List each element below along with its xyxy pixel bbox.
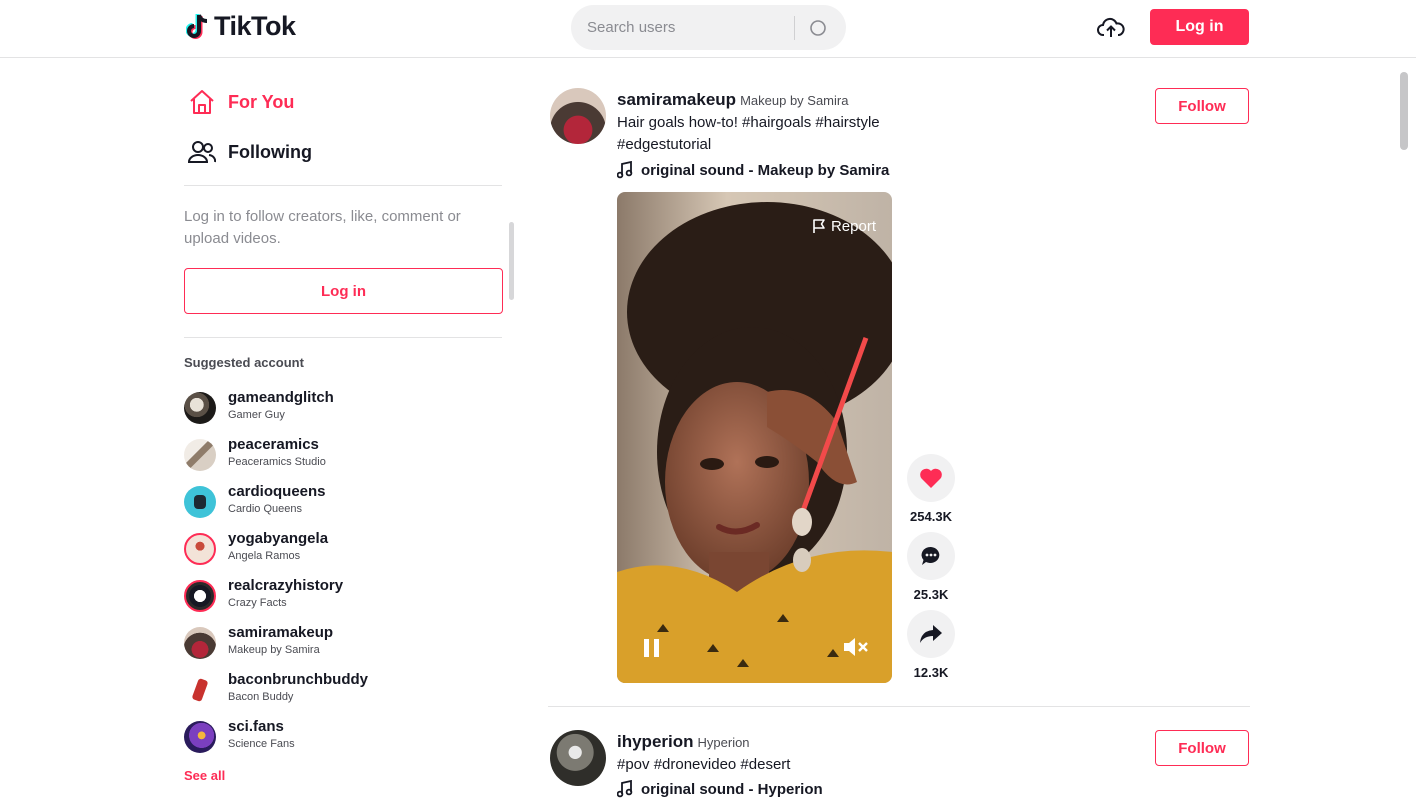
search-icon (810, 20, 826, 36)
avatar (184, 486, 216, 518)
comment-button[interactable] (907, 532, 955, 580)
nav-for-you-label: For You (228, 91, 295, 112)
suggested-account[interactable]: yogabyangela Angela Ramos (184, 529, 484, 569)
search-button[interactable] (805, 15, 831, 41)
account-display-name: Peaceramics Studio (228, 456, 326, 468)
suggested-account[interactable]: sci.fans Science Fans (184, 717, 484, 757)
music-note-icon (617, 161, 633, 179)
top-bar: TikTok Log in (0, 0, 1416, 58)
suggested-account[interactable]: peaceramics Peaceramics Studio (184, 435, 484, 475)
music-title: original sound - Makeup by Samira (641, 161, 890, 179)
comment-icon (921, 546, 940, 565)
account-username: yogabyangela (228, 530, 329, 547)
see-all-link[interactable]: See all (184, 768, 225, 783)
avatar (184, 392, 216, 424)
video-player[interactable]: Report (617, 192, 892, 683)
post-username: ihyperion (617, 732, 694, 751)
account-username: samiramakeup (228, 624, 334, 641)
cloud-upload-icon (1097, 17, 1125, 37)
avatar (184, 627, 216, 659)
sidebar-scrollbar[interactable] (509, 222, 514, 300)
avatar (184, 721, 216, 753)
upload-button[interactable] (1096, 14, 1126, 42)
account-display-name: Gamer Guy (228, 409, 285, 421)
account-display-name: Bacon Buddy (228, 691, 294, 703)
post-username: samiramakeup (617, 90, 737, 109)
page-scrollbar[interactable] (1400, 72, 1408, 150)
like-button[interactable] (907, 454, 955, 502)
account-username: gameandglitch (228, 389, 334, 406)
account-username: sci.fans (228, 718, 284, 735)
account-username: baconbrunchbuddy (228, 671, 368, 688)
report-label: Report (830, 218, 876, 235)
logo-text: TikTok (214, 11, 296, 41)
search-divider (794, 16, 795, 40)
report-button[interactable]: Report (812, 218, 876, 235)
like-count: 254.3K (910, 509, 952, 524)
sidebar-divider (184, 337, 502, 338)
avatar (184, 580, 216, 612)
tiktok-note-icon (186, 13, 208, 39)
music-note-icon (617, 780, 633, 798)
login-prompt-text: Log in to follow creators, like, comment… (184, 208, 461, 247)
account-display-name: Crazy Facts (228, 597, 287, 609)
tiktok-logo[interactable]: TikTok (186, 11, 296, 42)
suggested-account[interactable]: gameandglitch Gamer Guy (184, 388, 484, 428)
sidebar: For You Following Log in to follow creat… (184, 58, 504, 793)
home-icon (190, 90, 214, 114)
nav-for-you[interactable]: For You (188, 89, 294, 115)
suggested-accounts-title: Suggested account (184, 355, 304, 370)
video-frame (617, 192, 892, 683)
post-avatar[interactable] (550, 730, 606, 786)
share-count: 12.3K (913, 665, 949, 680)
suggested-account[interactable]: realcrazyhistory Crazy Facts (184, 576, 484, 616)
post-nickname: Hyperion (697, 735, 750, 750)
flag-icon (813, 219, 825, 233)
pause-icon (644, 639, 659, 657)
account-username: cardioqueens (228, 483, 326, 500)
account-display-name: Science Fans (228, 738, 295, 750)
post-caption: #pov #dronevideo #desert (617, 756, 791, 773)
post-music[interactable]: original sound - Hyperion (617, 780, 823, 798)
avatar (184, 439, 216, 471)
post-divider (548, 706, 1250, 707)
pause-button[interactable] (641, 637, 663, 659)
search-input[interactable] (587, 16, 787, 38)
music-title: original sound - Hyperion (641, 780, 823, 798)
account-display-name: Angela Ramos (228, 550, 301, 562)
follow-button[interactable]: Follow (1155, 88, 1249, 124)
video-feed: samiramakeup Makeup by Samira Hair goals … (548, 58, 1253, 798)
sidebar-divider (184, 185, 502, 186)
account-display-name: Cardio Queens (228, 503, 302, 515)
post-author[interactable]: samiramakeup Makeup by Samira (617, 90, 848, 110)
post-nickname: Makeup by Samira (740, 93, 849, 108)
account-username: peaceramics (228, 436, 319, 453)
post-author[interactable]: ihyperion Hyperion (617, 732, 750, 752)
suggested-account[interactable]: samiramakeup Makeup by Samira (184, 623, 484, 663)
search-bar (571, 5, 846, 50)
post-music[interactable]: original sound - Makeup by Samira (617, 161, 889, 179)
follow-button[interactable]: Follow (1155, 730, 1249, 766)
heart-icon (920, 468, 942, 488)
account-display-name: Makeup by Samira (228, 644, 320, 656)
suggested-account[interactable]: baconbrunchbuddy Bacon Buddy (184, 670, 484, 710)
nav-following-label: Following (228, 141, 312, 162)
volume-mute-icon (844, 638, 868, 656)
mute-button[interactable] (842, 636, 870, 658)
post-avatar[interactable] (550, 88, 606, 144)
users-icon (188, 141, 216, 163)
sidebar-login-button[interactable]: Log in (184, 268, 503, 314)
account-username: realcrazyhistory (228, 577, 344, 594)
nav-following[interactable]: Following (188, 140, 312, 164)
share-button[interactable] (907, 610, 955, 658)
suggested-account[interactable]: cardioqueens Cardio Queens (184, 482, 484, 522)
post-caption: Hair goals how-to! #hairgoals #hairstyle… (617, 114, 880, 153)
avatar (184, 674, 216, 706)
comment-count: 25.3K (913, 587, 949, 602)
share-icon (920, 625, 942, 643)
avatar (184, 533, 216, 565)
header-login-button[interactable]: Log in (1150, 9, 1249, 45)
